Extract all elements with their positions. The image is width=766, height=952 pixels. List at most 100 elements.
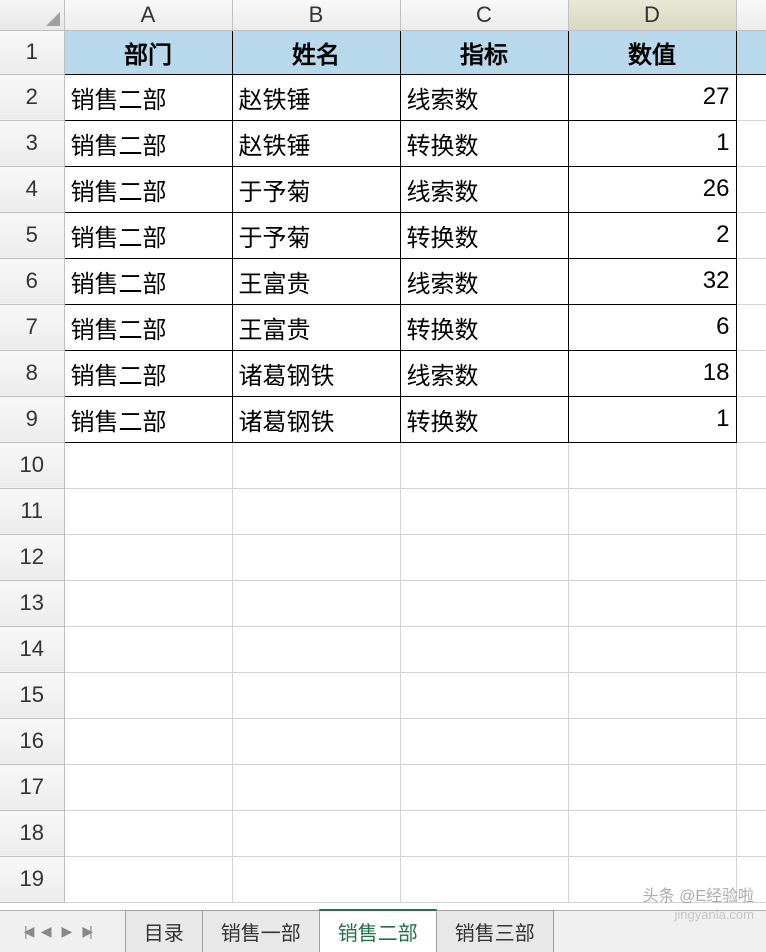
row-header[interactable]: 9	[0, 396, 64, 442]
row-header[interactable]: 7	[0, 304, 64, 350]
tab-nav-first-icon[interactable]: |◀	[20, 921, 35, 942]
cell[interactable]	[64, 626, 232, 672]
cell[interactable]	[568, 810, 736, 856]
cell[interactable]: 销售二部	[64, 304, 232, 350]
cell[interactable]	[64, 672, 232, 718]
cell[interactable]: 赵铁锤	[232, 120, 400, 166]
row-header[interactable]: 3	[0, 120, 64, 166]
cell[interactable]: 销售二部	[64, 74, 232, 120]
cell[interactable]: 于予菊	[232, 166, 400, 212]
cell[interactable]	[64, 718, 232, 764]
row-header[interactable]: 4	[0, 166, 64, 212]
cell[interactable]	[568, 626, 736, 672]
cell[interactable]	[232, 626, 400, 672]
row-header[interactable]: 6	[0, 258, 64, 304]
cell[interactable]	[232, 534, 400, 580]
cell[interactable]	[64, 580, 232, 626]
cell[interactable]: 转换数	[400, 120, 568, 166]
row-header[interactable]: 10	[0, 442, 64, 488]
cell[interactable]	[400, 534, 568, 580]
cell[interactable]	[568, 534, 736, 580]
cell-extra[interactable]	[736, 74, 766, 120]
cell[interactable]: 27	[568, 74, 736, 120]
cell[interactable]: 6	[568, 304, 736, 350]
row-header[interactable]: 15	[0, 672, 64, 718]
tab-nav-last-icon[interactable]: ▶|	[78, 921, 92, 942]
sheet-tab-sales3[interactable]: 销售三部	[436, 910, 554, 952]
cell[interactable]	[568, 442, 736, 488]
cell[interactable]: 1	[568, 396, 736, 442]
cell[interactable]	[400, 488, 568, 534]
cell[interactable]: 销售二部	[64, 120, 232, 166]
cell[interactable]: 转换数	[400, 396, 568, 442]
cell[interactable]: 销售二部	[64, 166, 232, 212]
cell[interactable]: 赵铁锤	[232, 74, 400, 120]
cell-extra[interactable]	[736, 120, 766, 166]
cell[interactable]: 转换数	[400, 212, 568, 258]
col-header-c[interactable]: C	[400, 0, 568, 30]
cell-d1[interactable]: 数值	[568, 30, 736, 74]
cell[interactable]	[568, 764, 736, 810]
col-header-d[interactable]: D	[568, 0, 736, 30]
cell[interactable]: 线索数	[400, 350, 568, 396]
cell[interactable]: 诸葛钢铁	[232, 350, 400, 396]
cell-extra[interactable]	[736, 718, 766, 764]
cell-b1[interactable]: 姓名	[232, 30, 400, 74]
cell[interactable]	[400, 672, 568, 718]
cell[interactable]	[568, 580, 736, 626]
cell-c1[interactable]: 指标	[400, 30, 568, 74]
cell[interactable]	[568, 718, 736, 764]
cell[interactable]: 销售二部	[64, 212, 232, 258]
row-header[interactable]: 5	[0, 212, 64, 258]
cell[interactable]	[64, 488, 232, 534]
cell-extra[interactable]	[736, 580, 766, 626]
row-header[interactable]: 16	[0, 718, 64, 764]
cell-extra[interactable]	[736, 764, 766, 810]
cell[interactable]	[232, 810, 400, 856]
row-header[interactable]: 19	[0, 856, 64, 902]
row-header[interactable]: 17	[0, 764, 64, 810]
cell[interactable]	[400, 442, 568, 488]
cell[interactable]: 王富贵	[232, 258, 400, 304]
cell[interactable]	[232, 488, 400, 534]
cell[interactable]: 诸葛钢铁	[232, 396, 400, 442]
cell[interactable]	[232, 718, 400, 764]
row-header[interactable]: 2	[0, 74, 64, 120]
col-header-extra[interactable]	[736, 0, 766, 30]
row-header-1[interactable]: 1	[0, 30, 64, 74]
row-header[interactable]: 14	[0, 626, 64, 672]
cell-extra-1[interactable]	[736, 30, 766, 74]
cell[interactable]	[400, 764, 568, 810]
cell[interactable]: 线索数	[400, 74, 568, 120]
cell[interactable]: 2	[568, 212, 736, 258]
cell[interactable]: 于予菊	[232, 212, 400, 258]
cell-extra[interactable]	[736, 258, 766, 304]
cell-extra[interactable]	[736, 212, 766, 258]
row-header[interactable]: 11	[0, 488, 64, 534]
cell[interactable]: 销售二部	[64, 258, 232, 304]
cell[interactable]	[400, 718, 568, 764]
cell-extra[interactable]	[736, 672, 766, 718]
cell[interactable]	[400, 580, 568, 626]
col-header-b[interactable]: B	[232, 0, 400, 30]
cell-a1[interactable]: 部门	[64, 30, 232, 74]
cell[interactable]: 线索数	[400, 166, 568, 212]
cell-extra[interactable]	[736, 304, 766, 350]
tab-nav-next-icon[interactable]: ▶	[58, 921, 77, 942]
cell[interactable]	[64, 856, 232, 902]
cell[interactable]: 26	[568, 166, 736, 212]
select-all-corner[interactable]	[0, 0, 64, 30]
cell[interactable]	[232, 672, 400, 718]
cell[interactable]: 1	[568, 120, 736, 166]
row-header[interactable]: 13	[0, 580, 64, 626]
cell-extra[interactable]	[736, 810, 766, 856]
cell[interactable]: 销售二部	[64, 350, 232, 396]
cell-extra[interactable]	[736, 534, 766, 580]
cell[interactable]	[64, 534, 232, 580]
cell[interactable]	[232, 764, 400, 810]
cell[interactable]	[400, 856, 568, 902]
cell[interactable]	[568, 488, 736, 534]
row-header[interactable]: 12	[0, 534, 64, 580]
cell-extra[interactable]	[736, 626, 766, 672]
cell[interactable]	[400, 810, 568, 856]
